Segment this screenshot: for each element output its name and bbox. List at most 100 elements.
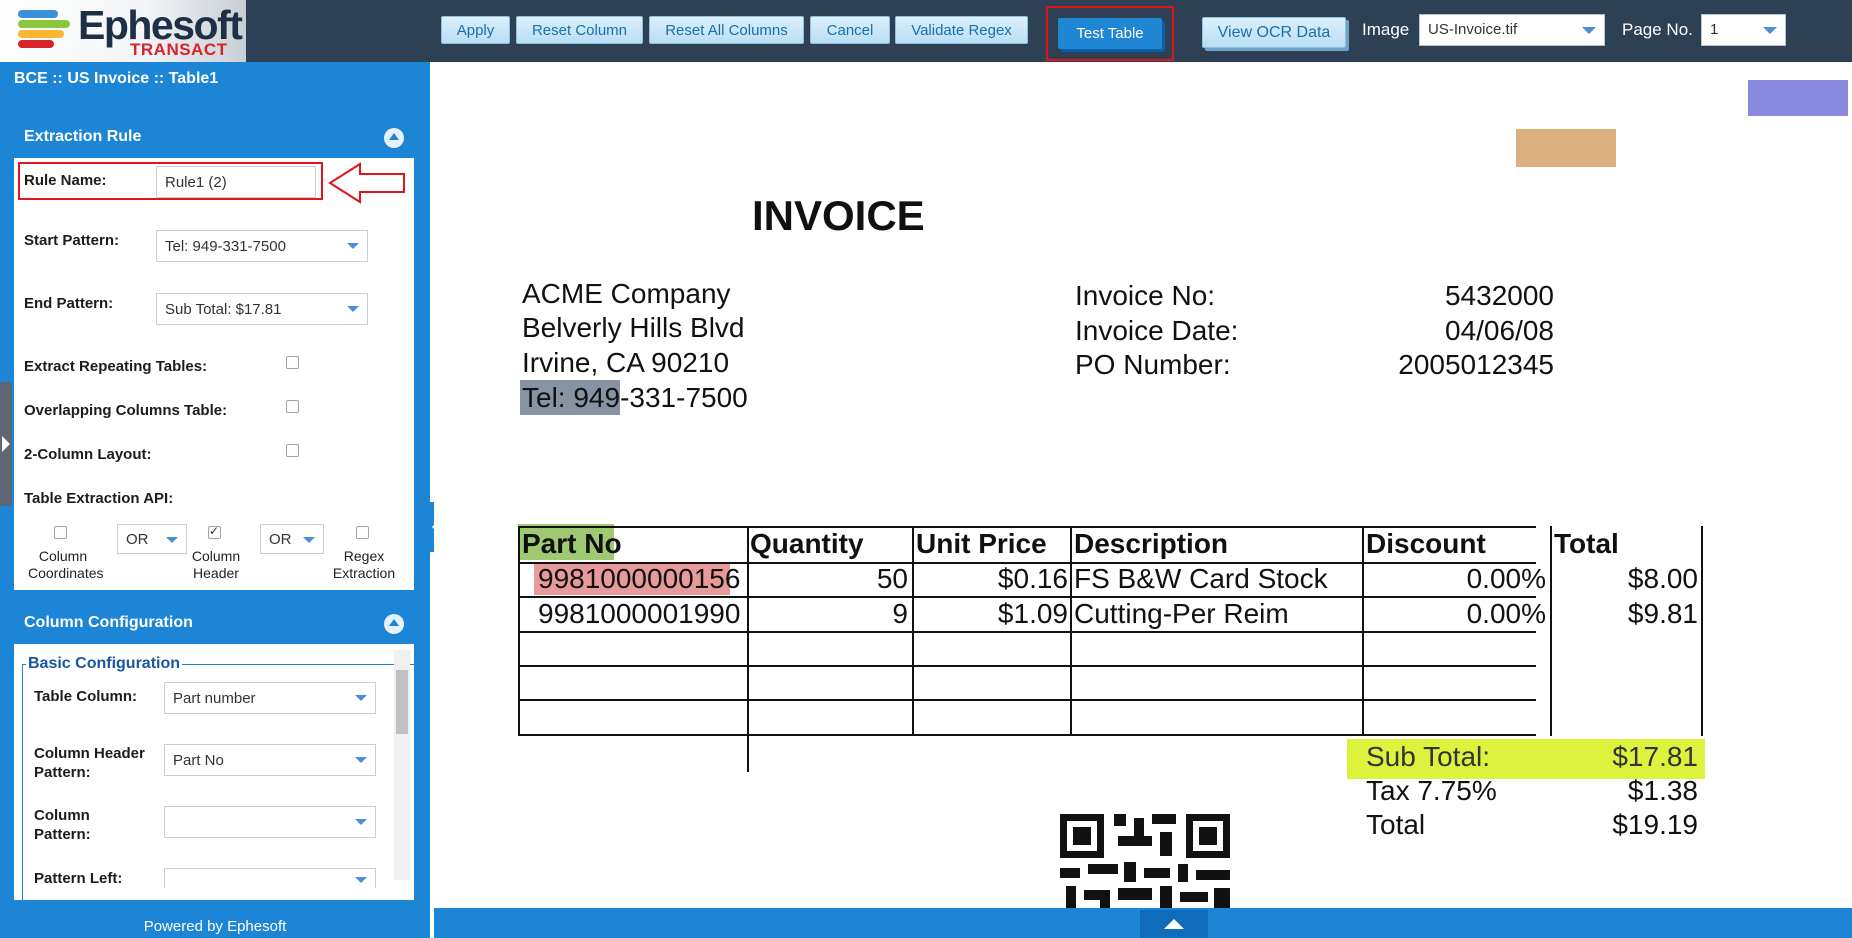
company-line-2: Belverly Hills Blvd xyxy=(522,312,745,343)
page-no-select[interactable]: 1 xyxy=(1701,14,1786,46)
column-coordinates-checkbox[interactable] xyxy=(54,526,67,539)
collapse-icon[interactable] xyxy=(384,614,404,634)
top-toolbar: Ephesoft TRANSACT Apply Reset Column Res… xyxy=(0,0,1852,62)
apply-button[interactable]: Apply xyxy=(441,16,510,44)
collapse-icon[interactable] xyxy=(384,128,404,148)
pattern-left-label: Pattern Left: xyxy=(34,870,123,887)
document-viewer: INVOICE ACME Company Belverly Hills Blvd… xyxy=(434,62,1852,938)
invoice-no-value: 5432000 xyxy=(1444,280,1554,311)
grand-total-value: $19.19 xyxy=(1612,809,1698,840)
overlay-block-tan xyxy=(1516,129,1616,167)
scrollbar-thumb[interactable] xyxy=(396,670,408,734)
chevron-down-icon xyxy=(355,877,367,883)
row1-part-no: 9981000000156 xyxy=(538,563,741,594)
rule-name-label: Rule Name: xyxy=(24,172,107,189)
row2-unit-price: $1.09 xyxy=(997,598,1068,629)
pattern-left-select[interactable] xyxy=(164,868,376,888)
powered-by-footer: Powered by Ephesoft xyxy=(143,918,287,935)
table-column-label: Table Column: xyxy=(34,688,138,705)
test-table-button[interactable]: Test Table xyxy=(1058,18,1162,49)
cancel-button[interactable]: Cancel xyxy=(810,16,890,44)
row2-total: $9.81 xyxy=(1627,598,1698,629)
column-pattern-select[interactable] xyxy=(164,806,376,838)
column-header-pattern-value: Part No xyxy=(173,752,224,769)
col-header-part-no: Part No xyxy=(522,528,622,559)
col-header-quantity: Quantity xyxy=(750,528,864,559)
overlay-block-purple xyxy=(1748,80,1848,116)
column-header-label: Column Header xyxy=(191,548,241,581)
basic-configuration-legend: Basic Configuration xyxy=(26,655,183,673)
column-header-checkbox[interactable] xyxy=(208,524,221,539)
subtotal-value: $17.81 xyxy=(1612,741,1698,772)
logo-stripes-icon xyxy=(18,10,78,50)
po-number-value: 2005012345 xyxy=(1398,349,1554,380)
extraction-rule-title: Extraction Rule xyxy=(24,128,142,145)
left-panel: BCE :: US Invoice :: Table1 Extraction R… xyxy=(0,62,430,938)
regex-extraction-label: Regex Extraction xyxy=(332,548,396,581)
invoice-title: INVOICE xyxy=(752,192,925,239)
start-pattern-select[interactable]: Tel: 949-331-7500 xyxy=(156,230,368,262)
page-no-value: 1 xyxy=(1710,21,1719,38)
expand-up-button[interactable] xyxy=(1140,910,1208,938)
chevron-down-icon xyxy=(166,537,178,543)
po-number-label: PO Number: xyxy=(1075,349,1231,380)
chevron-down-icon xyxy=(347,243,359,249)
chevron-down-icon xyxy=(355,819,367,825)
company-tel: Tel: 949-331-7500 xyxy=(522,382,748,414)
chevron-down-icon xyxy=(355,695,367,701)
column-header-pattern-select[interactable]: Part No xyxy=(164,744,376,776)
page-no-label: Page No. xyxy=(1622,20,1693,39)
end-pattern-value: Sub Total: $17.81 xyxy=(165,301,282,318)
end-pattern-label: End Pattern: xyxy=(24,295,114,312)
chevron-down-icon xyxy=(1582,27,1596,34)
extract-repeating-label: Extract Repeating Tables: xyxy=(24,358,208,375)
operator-1-value: OR xyxy=(126,531,149,548)
column-pattern-label: Column Pattern: xyxy=(34,807,91,843)
col-header-discount: Discount xyxy=(1366,528,1486,559)
row2-quantity: 9 xyxy=(892,598,908,629)
column-config-scrollbar[interactable] xyxy=(394,650,410,880)
expand-tab[interactable] xyxy=(0,382,12,506)
chevron-down-icon xyxy=(303,537,315,543)
row2-discount: 0.00% xyxy=(1466,598,1546,629)
two-column-layout-checkbox[interactable] xyxy=(286,444,299,457)
chevron-down-icon xyxy=(355,757,367,763)
overlapping-columns-checkbox[interactable] xyxy=(286,400,299,413)
end-pattern-select[interactable]: Sub Total: $17.81 xyxy=(156,293,368,325)
image-select-value: US-Invoice.tif xyxy=(1428,21,1518,38)
rule-name-input[interactable]: Rule1 (2) xyxy=(156,166,316,198)
tax-value: $1.38 xyxy=(1627,775,1698,806)
table-column-value: Part number xyxy=(173,690,256,707)
overlapping-columns-label: Overlapping Columns Table: xyxy=(24,402,228,419)
image-select[interactable]: US-Invoice.tif xyxy=(1419,14,1605,46)
view-ocr-data-button[interactable]: View OCR Data xyxy=(1202,17,1346,48)
col-header-total: Total xyxy=(1554,528,1619,559)
company-line-1: ACME Company xyxy=(522,278,731,309)
operator-select-1[interactable]: OR xyxy=(117,524,187,554)
col-header-unit-price: Unit Price xyxy=(916,528,1047,559)
chevron-down-icon xyxy=(1763,27,1777,34)
validate-regex-button[interactable]: Validate Regex xyxy=(895,16,1028,44)
ephesoft-logo: Ephesoft TRANSACT xyxy=(0,0,246,62)
table-column-select[interactable]: Part number xyxy=(164,682,376,714)
reset-column-button[interactable]: Reset Column xyxy=(516,16,643,44)
start-pattern-label: Start Pattern: xyxy=(24,232,120,249)
row1-description: FS B&W Card Stock xyxy=(1074,563,1328,594)
row1-total: $8.00 xyxy=(1627,563,1698,594)
operator-select-2[interactable]: OR xyxy=(260,524,324,554)
subtotal-label: Sub Total: xyxy=(1366,741,1491,772)
reset-all-columns-button[interactable]: Reset All Columns xyxy=(649,16,804,44)
column-configuration-title: Column Configuration xyxy=(24,614,193,631)
regex-extraction-checkbox[interactable] xyxy=(356,526,369,539)
invoice-date-label: Invoice Date: xyxy=(1075,315,1239,346)
logo-subtitle: TRANSACT xyxy=(130,40,228,59)
extraction-rule-header: Extraction Rule xyxy=(14,118,414,158)
column-configuration-header: Column Configuration xyxy=(14,604,414,644)
chevron-down-icon xyxy=(347,306,359,312)
invoice-date-value: 04/06/08 xyxy=(1445,315,1554,346)
document-bottom-bar xyxy=(434,908,1852,938)
row1-quantity: 50 xyxy=(876,563,908,594)
extract-repeating-checkbox[interactable] xyxy=(286,356,299,369)
row2-description: Cutting-Per Reim xyxy=(1074,598,1289,629)
column-coordinates-label: Column Coordinates xyxy=(28,548,104,581)
